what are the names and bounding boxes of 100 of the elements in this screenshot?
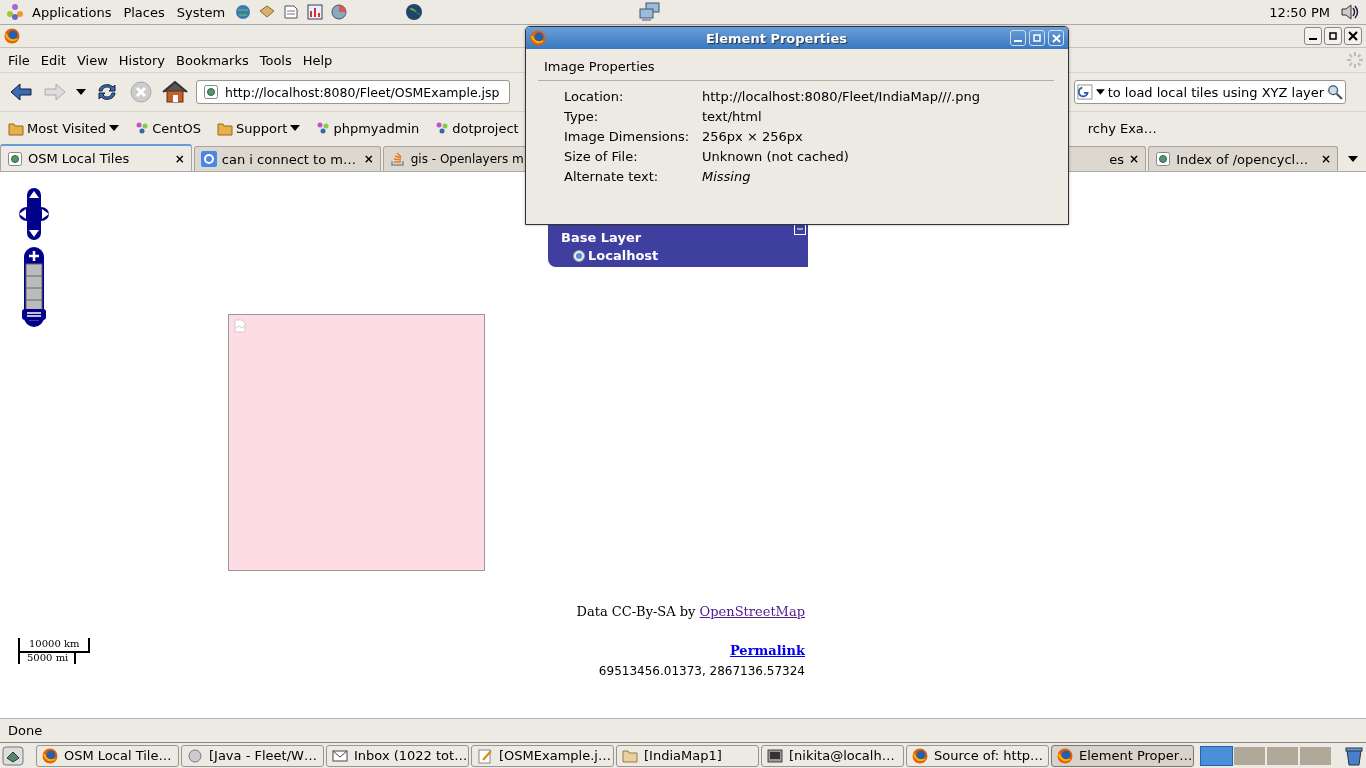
throbber-icon: [1346, 51, 1364, 69]
layer-label[interactable]: Localhost: [588, 248, 659, 263]
menu-logo-icon: [6, 3, 24, 21]
menu-item[interactable]: View: [70, 50, 113, 70]
address-field[interactable]: http://localhost:8080/Fleet/OSMExample.jsp: [196, 80, 510, 104]
trash-icon[interactable]: [1344, 745, 1364, 766]
chart-icon[interactable]: [305, 3, 326, 21]
tab-close-button[interactable]: ×: [174, 151, 185, 166]
caret-icon: [290, 125, 301, 131]
taskbar-button[interactable]: [IndiaMap1]: [616, 744, 759, 767]
taskbar-button[interactable]: [nikita@localh…: [761, 744, 904, 767]
search-icon[interactable]: [1327, 83, 1343, 101]
property-label: Image Dimensions:: [564, 129, 691, 145]
dots-icon: [316, 121, 331, 135]
notepad-icon: [477, 747, 493, 764]
page-icon: [1155, 151, 1172, 167]
permalink-link[interactable]: Permalink: [729, 643, 805, 658]
property-value: Missing: [702, 169, 752, 185]
property-label: Type:: [564, 109, 600, 125]
panel-menu[interactable]: Applications: [26, 2, 118, 22]
clock: 12:50 PM: [1268, 4, 1331, 20]
firefox-icon: [42, 747, 58, 764]
folder-icon: [217, 120, 234, 136]
forward-arrow-icon: [44, 83, 66, 101]
stop-icon: [130, 81, 152, 103]
tab-close-button[interactable]: ×: [1320, 152, 1331, 166]
network-icon: [639, 2, 662, 22]
bookmark-link[interactable]: dotproject: [431, 118, 523, 138]
maximize-icon: [1033, 34, 1041, 42]
zoom-slider-thumb[interactable]: [22, 309, 46, 320]
browser-tab[interactable]: Index of /opencycl… ×: [1148, 146, 1338, 171]
dots-icon: [135, 121, 150, 135]
back-arrow-icon: [10, 83, 32, 101]
layer-heading: Base Layer: [561, 230, 643, 245]
search-field[interactable]: to load local tiles using XYZ layer: [1074, 80, 1346, 104]
caret-icon: [1348, 156, 1358, 162]
taskbar-button[interactable]: Element Proper…: [1051, 744, 1194, 767]
menu-item[interactable]: Tools: [253, 50, 297, 70]
panel-menu[interactable]: Places: [117, 2, 171, 22]
tab-close-button[interactable]: ×: [363, 152, 374, 166]
reload-icon: [95, 81, 119, 103]
openstreetmap-link[interactable]: OpenStreetMap: [699, 604, 805, 619]
show-desktop-icon[interactable]: [2, 745, 24, 766]
tab-close-button[interactable]: ×: [1129, 152, 1140, 166]
bookmark-link[interactable]: rchy Exa…: [1083, 118, 1161, 138]
site-icon: [203, 84, 219, 100]
firefox-icon: [1057, 747, 1073, 764]
close-icon: [1051, 33, 1061, 43]
maximize-button[interactable]: [1324, 27, 1342, 45]
panel-menu[interactable]: System: [170, 2, 232, 22]
close-icon: [1348, 31, 1358, 41]
radio-button[interactable]: [573, 249, 585, 262]
firefox-icon: [912, 747, 928, 764]
browser-tab[interactable]: OSM Local Tiles ×: [0, 144, 192, 171]
property-label: Alternate text:: [564, 169, 660, 185]
browser-tab[interactable]: can i connect to m… ×: [193, 146, 381, 171]
volume-icon[interactable]: [1340, 3, 1360, 21]
broken-image-icon: [234, 319, 246, 333]
firefox-icon: [530, 30, 546, 46]
menu-item[interactable]: Bookmarks: [170, 50, 254, 70]
globe-icon[interactable]: [405, 3, 424, 21]
taskbar-button[interactable]: [OSMExample.j…: [471, 744, 614, 767]
scale-label: 5000 mi: [27, 652, 69, 663]
search-engine-icon[interactable]: [1077, 83, 1093, 101]
pie-chart-icon[interactable]: [329, 3, 350, 21]
taskbar-button[interactable]: [Java - Fleet/W…: [181, 744, 324, 767]
scale-label: 10000 km: [29, 638, 80, 649]
bookmark-link[interactable]: CentOS: [131, 118, 206, 138]
close-button[interactable]: [1344, 27, 1362, 45]
bookmark-menu[interactable]: Most Visited: [4, 118, 124, 138]
page-icon: [7, 150, 23, 167]
caret-icon: [109, 125, 120, 131]
dots-icon: [435, 121, 450, 135]
taskbar-button[interactable]: OSM Local Tile…: [36, 744, 179, 767]
property-value: text/html: [702, 109, 763, 125]
minimize-icon[interactable]: [794, 223, 806, 235]
bookmark-menu[interactable]: Support: [213, 118, 305, 138]
minimize-button[interactable]: [1304, 27, 1322, 45]
stack-icon: [389, 151, 406, 167]
workspace[interactable]: [1200, 745, 1233, 766]
attribution-text: Data CC-By-SA by OpenStreetMap: [576, 604, 805, 619]
status-text: Done: [8, 723, 43, 738]
menu-item[interactable]: History: [112, 50, 171, 70]
maximize-icon: [1329, 32, 1337, 40]
menu-item[interactable]: File: [2, 50, 35, 70]
caret-icon[interactable]: [1095, 89, 1105, 95]
terminal-icon: [767, 747, 783, 764]
dialog-title: Element Properties: [704, 30, 849, 46]
pan-control[interactable]: [16, 187, 52, 241]
firefox-icon: [4, 28, 20, 44]
taskbar-button[interactable]: Source of: http…: [906, 744, 1049, 767]
property-label: Location:: [564, 89, 625, 105]
property-value: 256px × 256px: [702, 129, 804, 145]
menu-item[interactable]: Help: [296, 50, 338, 70]
menu-item[interactable]: Edit: [34, 50, 71, 70]
bookmark-link[interactable]: phpmyadmin: [312, 118, 424, 138]
search-logo-icon: [200, 151, 217, 167]
scale-bar: [18, 638, 90, 666]
property-value: Unknown (not cached): [702, 149, 850, 165]
taskbar-button[interactable]: Inbox (1022 tot…: [326, 744, 469, 767]
